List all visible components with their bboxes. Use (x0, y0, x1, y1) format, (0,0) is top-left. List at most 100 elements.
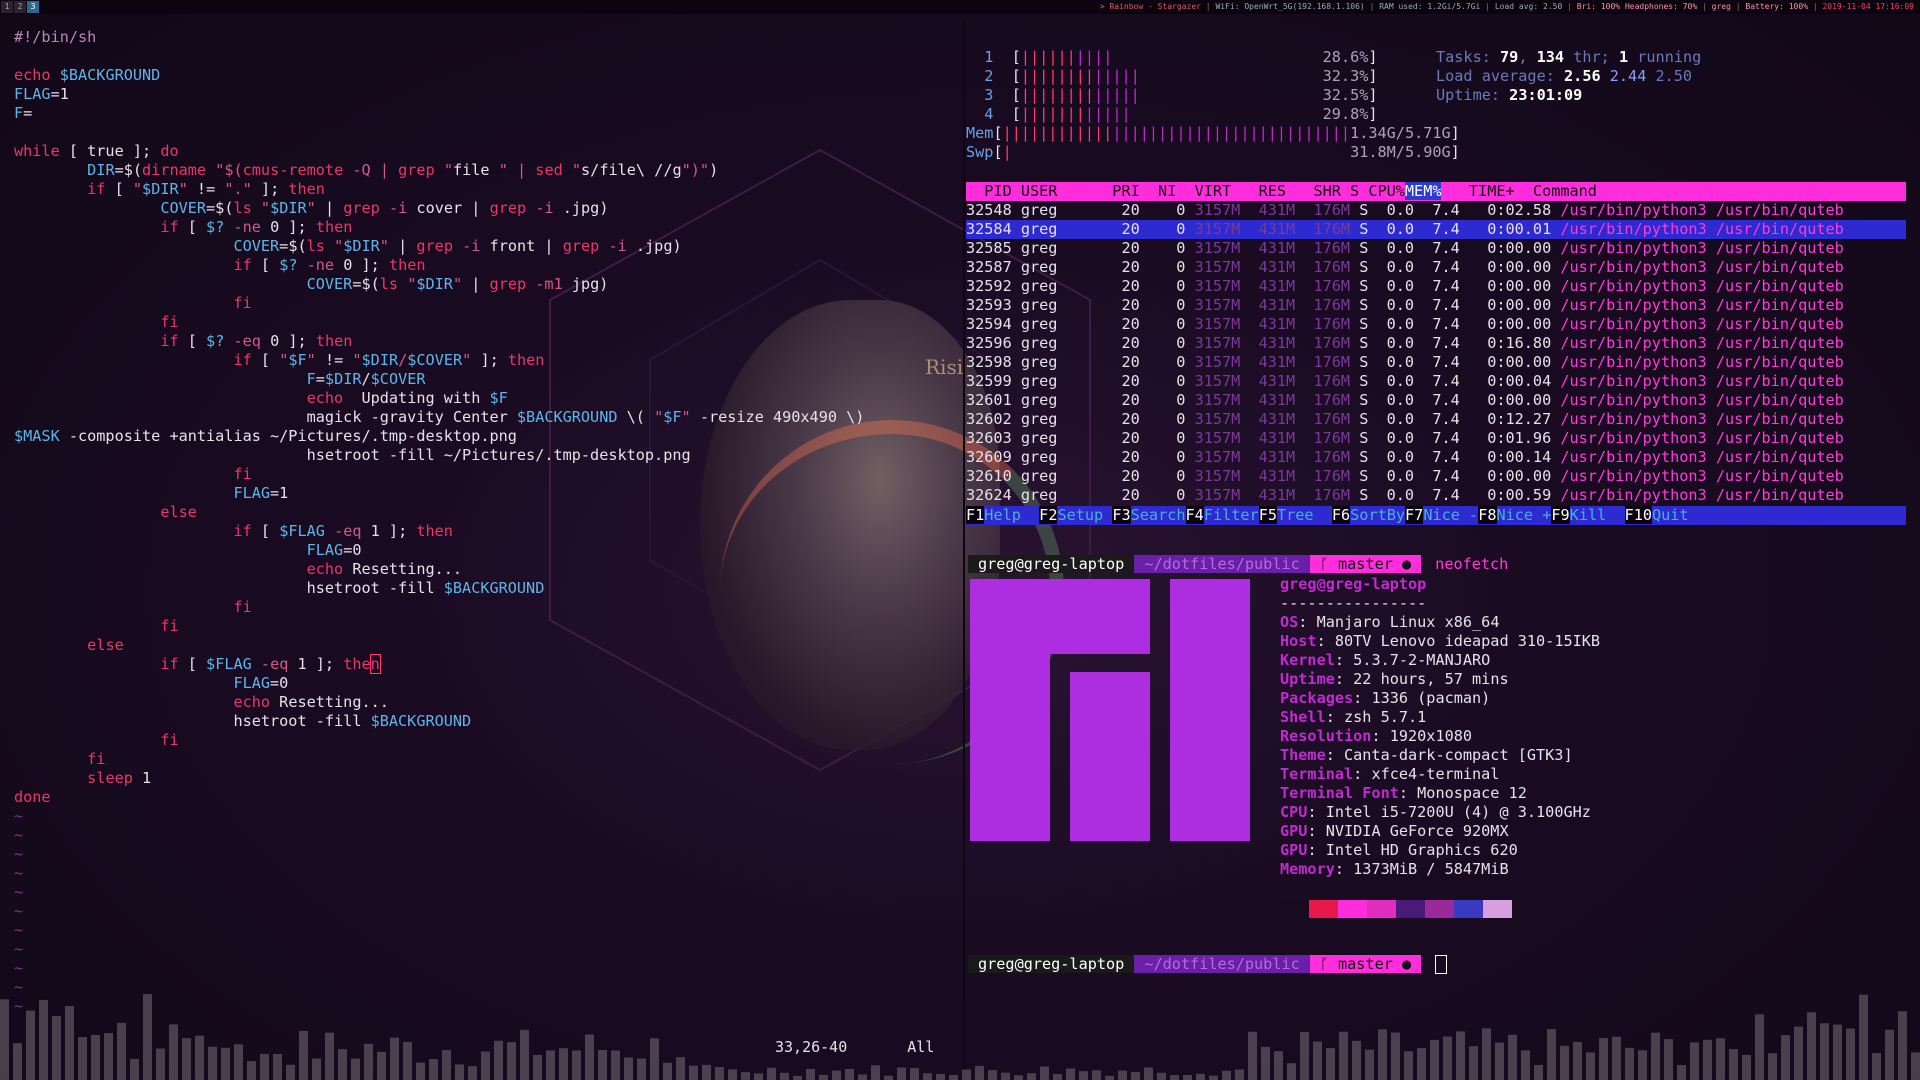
process-row[interactable]: 32602 greg 20 0 3157M 431M 176M S 0.0 7.… (966, 410, 1906, 429)
process-row[interactable]: 32584 greg 20 0 3157M 431M 176M S 0.0 7.… (966, 220, 1906, 239)
visualizer-bar (546, 1050, 555, 1080)
code-line: done (14, 788, 51, 806)
process-row[interactable]: 32587 greg 20 0 3157M 431M 176M S 0.0 7.… (966, 258, 1906, 277)
visualizer-bar (728, 1069, 737, 1080)
info-line: GPU: NVIDIA GeForce 920MX (1280, 822, 1509, 840)
visualizer-bar (1690, 1042, 1699, 1080)
clock: 2019-11-04 17:16:09 (1822, 2, 1914, 11)
htop-pane[interactable]: 1 [|||||||||| 28.6%] 2 [||||||||||||| 32… (966, 48, 1906, 525)
visualizer-bar (1846, 1028, 1855, 1080)
visualizer-bar (494, 1040, 503, 1080)
fkey-f5[interactable]: F5 (1258, 506, 1277, 524)
visualizer-bar (1417, 1048, 1426, 1080)
code-line: F= (14, 104, 33, 122)
visualizer-bar (806, 1068, 815, 1080)
visualizer-bar (1677, 1065, 1686, 1080)
shell-prompt: greg@greg-laptop ~/dotfiles/public ᚴ maste… (968, 555, 1508, 574)
code-line: while [ true ]; do (14, 142, 179, 160)
process-row[interactable]: 32601 greg 20 0 3157M 431M 176M S 0.0 7.… (966, 391, 1906, 410)
info-line: Packages: 1336 (pacman) (1280, 689, 1491, 707)
process-row[interactable]: 32603 greg 20 0 3157M 431M 176M S 0.0 7.… (966, 429, 1906, 448)
code-line: COVER=$(ls "$DIR" | grep -i front | grep… (233, 237, 682, 255)
workspace-3[interactable]: 3 (27, 1, 39, 13)
info-line: Uptime: 22 hours, 57 mins (1280, 670, 1509, 688)
visualizer-bar (182, 1038, 191, 1080)
visualizer-bar (338, 1049, 347, 1080)
color-swatch (1425, 900, 1454, 918)
visualizer-bar (455, 1064, 464, 1080)
visualizer-bar (299, 1030, 308, 1080)
process-row[interactable]: 32596 greg 20 0 3157M 431M 176M S 0.0 7.… (966, 334, 1906, 353)
code-line: fi (233, 294, 252, 312)
visualizer-bar (1092, 1070, 1101, 1080)
process-row[interactable]: 32548 greg 20 0 3157M 431M 176M S 0.0 7.… (966, 201, 1906, 220)
visualizer-bar (1040, 1066, 1049, 1080)
fkey-f4[interactable]: F4 (1185, 506, 1204, 524)
visualizer-bar (910, 1068, 919, 1080)
code-line: echo Updating with $F (306, 389, 508, 407)
process-row[interactable]: 32592 greg 20 0 3157M 431M 176M S 0.0 7.… (966, 277, 1906, 296)
visualizer-bar (234, 1044, 243, 1080)
process-row[interactable]: 32598 greg 20 0 3157M 431M 176M S 0.0 7.… (966, 353, 1906, 372)
visualizer-bar (1833, 1024, 1842, 1080)
fkey-f3[interactable]: F3 (1112, 506, 1131, 524)
visualizer-bar (1521, 1050, 1530, 1080)
code-line: magick -gravity Center $BACKGROUND \( "$… (14, 408, 865, 426)
visualizer-bar (1274, 1051, 1283, 1080)
visualizer-bar (1547, 1029, 1556, 1080)
workspace-1[interactable]: 1 (1, 1, 13, 13)
process-row[interactable]: 32593 greg 20 0 3157M 431M 176M S 0.0 7.… (966, 296, 1906, 315)
visualizer-bar (1586, 1052, 1595, 1080)
info-line: Terminal: xfce4-terminal (1280, 765, 1500, 783)
neofetch-info: greg@greg-laptop ---------------- OS: Manj… (1280, 575, 1601, 878)
visualizer-bar (91, 1034, 100, 1080)
visualizer-bar (741, 1072, 750, 1080)
status-blocks: > Rainbow - Stargazer | WiFi: OpenWrt_5G… (1099, 2, 1914, 11)
swap-meter: Swp[| 31.8M/5.90G] (966, 143, 1460, 161)
fkey-f10[interactable]: F10 (1624, 506, 1652, 524)
manjaro-logo-bar-right (1170, 579, 1250, 841)
fkey-f6[interactable]: F6 (1331, 506, 1351, 524)
color-swatch (1454, 900, 1483, 918)
status-bar: 123 > Rainbow - Stargazer | WiFi: OpenWr… (0, 0, 1920, 14)
fkey-f2[interactable]: F2 (1039, 506, 1058, 524)
visualizer-bar (104, 1033, 113, 1080)
code-line: hsetroot -fill $BACKGROUND (14, 579, 545, 597)
visualizer-bar (1027, 1073, 1036, 1080)
fkey-f9[interactable]: F9 (1551, 506, 1570, 524)
workspace-2[interactable]: 2 (14, 1, 26, 13)
visualizer-bar (429, 1059, 438, 1080)
visualizer-bar (689, 1065, 698, 1080)
album-art-text: Risi (925, 355, 964, 379)
visualizer-bar (364, 1043, 373, 1080)
visualizer-bar (221, 1047, 230, 1080)
fkey-f8[interactable]: F8 (1478, 506, 1497, 524)
process-row[interactable]: 32599 greg 20 0 3157M 431M 176M S 0.0 7.… (966, 372, 1906, 391)
fkey-f7[interactable]: F7 (1405, 506, 1424, 524)
process-row[interactable]: 32585 greg 20 0 3157M 431M 176M S 0.0 7.… (966, 239, 1906, 258)
code-line: echo Resetting... (306, 560, 463, 578)
code-line: COVER=$(ls "$DIR" | grep -m1 jpg) (306, 275, 609, 293)
visualizer-bar (1196, 1073, 1205, 1080)
visualizer-bar (1872, 1053, 1881, 1080)
process-row[interactable]: 32610 greg 20 0 3157M 431M 176M S 0.0 7.… (966, 467, 1906, 486)
htop-function-bar: F1Help F2Setup F3SearchF4FilterF5Tree F6… (966, 506, 1906, 525)
battery-status: Battery: 100% (1745, 2, 1809, 11)
visualizer-bar (403, 1041, 412, 1080)
visualizer-bar (1638, 1050, 1647, 1080)
code-line: $MASK -composite +antialias ~/Pictures/.… (14, 427, 517, 445)
fkey-f1[interactable]: F1 (966, 506, 985, 524)
visualizer-bar (1352, 1040, 1361, 1080)
process-row[interactable]: 32609 greg 20 0 3157M 431M 176M S 0.0 7.… (966, 448, 1906, 467)
vim-editor[interactable]: #!/bin/sh echo $BACKGROUND FLAG=1 F= while… (14, 28, 864, 1016)
code-line: hsetroot -fill ~/Pictures/.tmp-desktop.p… (14, 446, 691, 464)
process-row[interactable]: 32624 greg 20 0 3157M 431M 176M S 0.0 7.… (966, 486, 1906, 505)
process-row[interactable]: 32594 greg 20 0 3157M 431M 176M S 0.0 7.… (966, 315, 1906, 334)
visualizer-bar (325, 1032, 334, 1080)
visualizer-bar (780, 1072, 789, 1080)
code-line: hsetroot -fill $BACKGROUND (14, 712, 472, 730)
info-line: Terminal Font: Monospace 12 (1280, 784, 1527, 802)
process-table-header[interactable]: PID USER PRI NI VIRT RES SHR S CPU%MEM% … (966, 182, 1906, 201)
